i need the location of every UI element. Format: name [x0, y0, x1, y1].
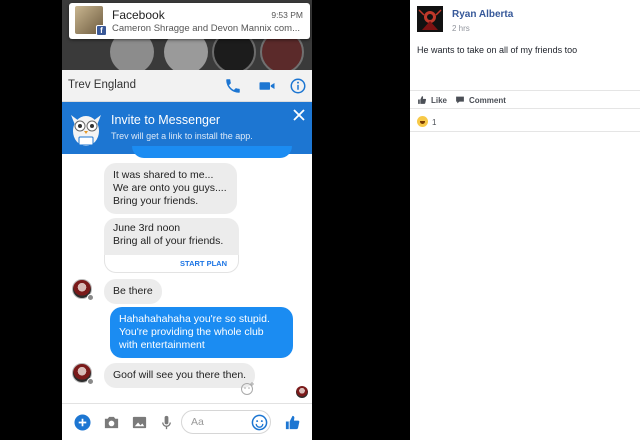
comment-button[interactable]: Comment [455, 95, 506, 105]
message-text: Goof will see you there then. [113, 369, 247, 381]
avatar[interactable] [417, 6, 443, 32]
camera-icon[interactable] [103, 414, 120, 431]
video-camera-icon[interactable] [258, 77, 276, 95]
image-icon[interactable] [131, 414, 148, 431]
facebook-badge-icon: f [96, 25, 107, 36]
info-icon[interactable] [289, 77, 307, 95]
contact-name[interactable]: Trev England [68, 79, 136, 91]
facebook-comment-panel: Ryan Alberta 2 hrs He wants to take on a… [410, 0, 640, 440]
invite-subtitle: Trev will get a link to install the app. [111, 131, 253, 141]
thumbs-up-icon [418, 96, 427, 104]
message-text: Be there [113, 285, 153, 297]
haha-reaction-icon [417, 116, 428, 127]
reaction-count: 1 [432, 118, 437, 127]
message-composer: Aa [62, 403, 312, 440]
thumbs-up-icon[interactable] [284, 414, 301, 431]
message-text: Hahahahahaha you're so stupid. [119, 313, 270, 325]
start-plan-button[interactable]: START PLAN [104, 255, 239, 273]
message-bubble-partial [132, 146, 292, 158]
invite-title: Invite to Messenger [111, 113, 221, 127]
phone-icon[interactable] [224, 77, 242, 95]
chat-header: Trev England [62, 70, 312, 102]
comment-time[interactable]: 2 hrs [452, 24, 470, 33]
message-text: You're providing the whole club [119, 326, 264, 338]
notification-body: Cameron Shragge and Devon Mannix com... [112, 23, 300, 34]
message-bubble-outgoing[interactable]: Hahahahahaha you're so stupid. You're pr… [110, 307, 293, 358]
messenger-badge-icon [87, 294, 94, 301]
screenshot: f Facebook 9:53 PM Cameron Shragge and D… [0, 0, 640, 440]
plan-date: June 3rd noon [113, 222, 181, 234]
owl-mascot-icon [71, 115, 101, 146]
like-label: Like [431, 96, 448, 105]
divider [410, 131, 640, 132]
reaction-summary[interactable]: 1 [417, 116, 436, 127]
message-bubble-incoming[interactable]: Goof will see you there then. [104, 363, 256, 388]
comment-author[interactable]: Ryan Alberta [452, 9, 513, 20]
plan-card[interactable]: June 3rd noon Bring all of your friends.… [104, 218, 239, 273]
notification-app-name: Facebook [112, 8, 165, 22]
message-text: with entertainment [119, 339, 205, 351]
close-icon[interactable] [291, 107, 307, 123]
facebook-notification[interactable]: f Facebook 9:53 PM Cameron Shragge and D… [69, 3, 310, 39]
message-text: It was shared to me... [113, 169, 214, 181]
add-reaction-icon[interactable] [240, 380, 256, 396]
plan-text: Bring all of your friends. [113, 235, 224, 247]
message-input-placeholder: Aa [191, 416, 204, 428]
start-plan-label: START PLAN [180, 259, 227, 268]
comment-text: He wants to take on all of my friends to… [417, 45, 578, 55]
plus-icon[interactable] [74, 414, 91, 431]
message-bubble-incoming[interactable]: It was shared to me... We are onto you g… [104, 163, 237, 214]
microphone-icon[interactable] [158, 414, 175, 431]
message-text: Bring your friends. [113, 195, 199, 207]
emoji-icon[interactable] [251, 414, 268, 431]
messenger-badge-icon [87, 378, 94, 385]
chat-heads-background: f Facebook 9:53 PM Cameron Shragge and D… [62, 0, 312, 70]
messenger-phone-screenshot: f Facebook 9:53 PM Cameron Shragge and D… [62, 0, 312, 440]
seen-avatar [296, 386, 308, 398]
message-text: We are onto you guys.... [113, 182, 227, 194]
notification-time: 9:53 PM [271, 10, 303, 20]
speech-bubble-icon [456, 96, 464, 104]
like-button[interactable]: Like [417, 95, 447, 105]
comment-action-bar: Like Comment [410, 90, 640, 109]
message-bubble-incoming[interactable]: Be there [104, 279, 162, 304]
comment-label: Comment [469, 96, 506, 105]
